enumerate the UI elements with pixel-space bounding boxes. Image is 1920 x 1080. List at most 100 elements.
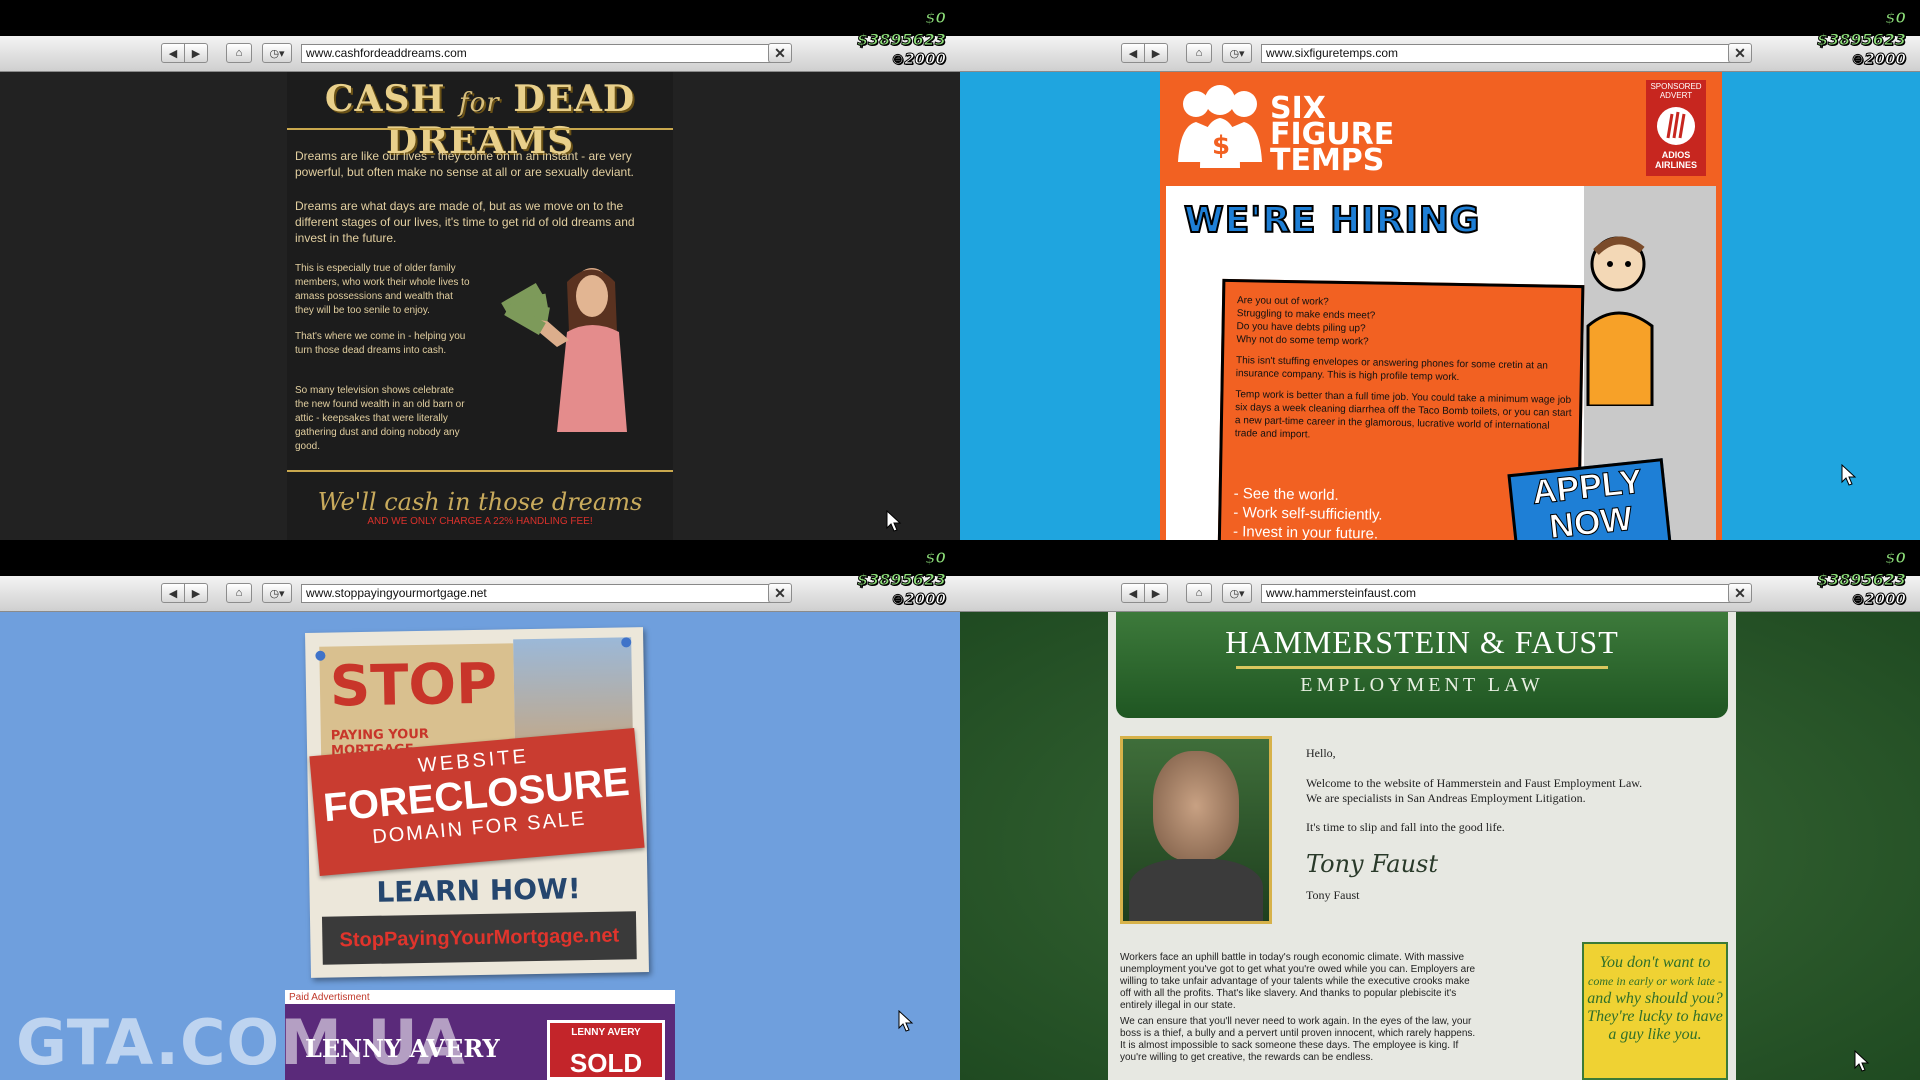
top-band — [0, 540, 960, 576]
browser-window-six-figure-temps: ◀ ▶ ⌂ ◷▾ www.sixfiguretemps.com ✕ $0 $38… — [960, 0, 1920, 540]
sold-sign-name: LENNY AVERY — [571, 1027, 641, 1038]
mouse-cursor-icon — [886, 510, 902, 532]
hud-rp: ⊜2000 — [1851, 50, 1907, 69]
divider-bottom — [287, 470, 673, 472]
url-bar[interactable]: www.cashfordeaddreams.com — [301, 44, 771, 63]
url-bar[interactable]: www.sixfiguretemps.com — [1261, 44, 1731, 63]
watermark: GTA.COM.UA — [16, 1006, 466, 1079]
welcome-line-1: Welcome to the website of Hammerstein an… — [1306, 776, 1643, 790]
hud-rp-value: 2000 — [1864, 50, 1907, 69]
welcome-line-2: We are specialists in San Andreas Employ… — [1306, 791, 1586, 805]
hud-rp: ⊜2000 — [891, 590, 946, 609]
browser-toolbar: ◀ ▶ ⌂ ◷▾ www.stoppayingyourmortgage.net … — [0, 576, 960, 612]
hud-cash: $0 — [925, 9, 947, 28]
forward-arrow-icon[interactable]: ▶ — [1144, 43, 1168, 63]
foreclosure-poster: STOP PAYING YOUR MORTGAGE WEBSITE FORECL… — [305, 627, 649, 978]
close-icon[interactable]: ✕ — [768, 583, 792, 603]
paragraph-high-profile: This isn't stuffing envelopes or answeri… — [1235, 355, 1548, 384]
signatory-name: Tony Faust — [1306, 888, 1360, 902]
woman-with-cash-image — [501, 268, 627, 432]
forward-arrow-icon[interactable]: ▶ — [184, 43, 208, 63]
url-bar[interactable]: www.hammersteinfaust.com — [1261, 584, 1731, 603]
airline-logo-icon — [1657, 107, 1695, 145]
hammerstein-faust-page: HAMMERSTEIN & FAUST EMPLOYMENT LAW Hello… — [1108, 612, 1736, 1080]
paragraph-temp-better: Temp work is better than a full time job… — [1234, 389, 1572, 441]
site-url-strip: StopPayingYourMortgage.net — [321, 911, 637, 965]
ad-brand: ADIOS AIRLINES — [1654, 150, 1697, 170]
callout-box: You don't want to come in early or work … — [1582, 942, 1728, 1080]
body-paragraph-3: So many television shows celebrate the n… — [295, 385, 465, 452]
forward-arrow-icon[interactable]: ▶ — [184, 583, 208, 603]
divider-top — [287, 128, 673, 130]
callout-line-4: They're lucky to have — [1587, 1008, 1723, 1025]
slogan: We'll cash in those dreams — [317, 488, 643, 516]
close-icon[interactable]: ✕ — [1728, 43, 1752, 63]
slip-and-fall-line: It's time to slip and fall into the good… — [1306, 820, 1505, 834]
bullet-invest: - Invest in your future. — [1232, 523, 1379, 540]
home-icon[interactable]: ⌂ — [226, 583, 252, 603]
callout-line-2: come in early or work late - — [1588, 974, 1722, 988]
intro-paragraph-2: Dreams are what days are made of, but as… — [295, 199, 635, 245]
back-arrow-icon[interactable]: ◀ — [1121, 583, 1145, 603]
home-icon[interactable]: ⌂ — [1186, 583, 1212, 603]
browser-toolbar: ◀ ▶ ⌂ ◷▾ www.sixfiguretemps.com ✕ — [960, 36, 1920, 72]
stop-heading: STOP — [329, 651, 498, 720]
page-content: HAMMERSTEIN & FAUST EMPLOYMENT LAW Hello… — [960, 612, 1920, 1080]
back-arrow-icon[interactable]: ◀ — [1121, 43, 1145, 63]
close-icon[interactable]: ✕ — [1728, 583, 1752, 603]
forward-arrow-icon[interactable]: ▶ — [1144, 583, 1168, 603]
six-figure-temps-page: $ SIX FIGURE TEMPS SPONSORED ADVERT ADIO… — [1160, 72, 1722, 540]
intro-paragraph-1: Dreams are like our lives - they come on… — [295, 149, 634, 179]
site-header: HAMMERSTEIN & FAUST EMPLOYMENT LAW — [1116, 612, 1728, 718]
close-icon[interactable]: ✕ — [768, 43, 792, 63]
browser-window-hammerstein-faust: ◀ ▶ ⌂ ◷▾ www.hammersteinfaust.com ✕ $0 $… — [960, 540, 1920, 1080]
site-logo: SIX FIGURE TEMPS — [1270, 91, 1395, 178]
tony-faust-photo — [1120, 736, 1272, 924]
bullet-self-sufficient: - Work self-sufficiently. — [1233, 504, 1383, 524]
top-band — [960, 0, 1920, 36]
sold-label: SOLD — [569, 1048, 643, 1078]
hud-rp-value: 2000 — [1864, 590, 1907, 609]
firm-name: HAMMERSTEIN & FAUST — [1225, 624, 1619, 660]
callout-line-3: and why should you? — [1587, 990, 1723, 1007]
sponsored-label: SPONSORED ADVERT — [1650, 82, 1702, 100]
history-clock-icon[interactable]: ◷▾ — [1222, 583, 1252, 603]
mouse-cursor-icon — [1841, 464, 1857, 486]
top-band — [960, 540, 1920, 576]
greeting: Hello, — [1306, 746, 1336, 760]
rp-icon: ⊜ — [891, 590, 905, 609]
lower-paragraph-1: Workers face an uphill battle in today's… — [1120, 952, 1476, 1011]
history-clock-icon[interactable]: ◷▾ — [262, 583, 292, 603]
paid-ad-label: Paid Advertisment — [289, 992, 370, 1003]
learn-how-link[interactable]: LEARN HOW! — [309, 871, 648, 910]
history-clock-icon[interactable]: ◷▾ — [262, 43, 292, 63]
home-icon[interactable]: ⌂ — [226, 43, 252, 63]
portrait-suit — [1129, 859, 1263, 921]
rp-icon: ⊜ — [1851, 50, 1865, 69]
page-content: $ SIX FIGURE TEMPS SPONSORED ADVERT ADIO… — [960, 72, 1920, 540]
hud-cash: $0 — [1885, 549, 1907, 568]
mouse-cursor-icon — [898, 1010, 914, 1032]
browser-window-stop-paying-mortgage: ◀ ▶ ⌂ ◷▾ www.stoppayingyourmortgage.net … — [0, 540, 960, 1080]
mouse-cursor-icon — [1854, 1050, 1870, 1072]
workers-logo-icon: $ — [1178, 85, 1262, 168]
header-divider — [1236, 666, 1608, 669]
hud-bank-balance: $3895623 — [856, 570, 946, 590]
top-band — [0, 0, 960, 36]
back-arrow-icon[interactable]: ◀ — [161, 583, 185, 603]
url-bar[interactable]: www.stoppayingyourmortgage.net — [301, 584, 771, 603]
hud-cash: $0 — [925, 549, 947, 568]
callout-line-5: a guy like you. — [1608, 1026, 1702, 1043]
hud-cash: $0 — [1885, 9, 1907, 28]
body-paragraph-2: That's where we come in - helping you tu… — [295, 331, 466, 356]
history-clock-icon[interactable]: ◷▾ — [1222, 43, 1252, 63]
hud-rp: ⊜2000 — [891, 50, 946, 69]
firm-tagline: EMPLOYMENT LAW — [1300, 674, 1544, 696]
hud-bank-balance: $3895623 — [1816, 30, 1906, 50]
back-arrow-icon[interactable]: ◀ — [161, 43, 185, 63]
home-icon[interactable]: ⌂ — [1186, 43, 1212, 63]
sold-sign: LENNY AVERY SOLD — [547, 1020, 665, 1080]
page-content: CASH for DEAD DREAMS Dreams are like our… — [0, 72, 960, 540]
hiring-panel: WE'RE HIRING Are you out of work? Strugg… — [1166, 186, 1716, 540]
sponsored-ad[interactable]: SPONSORED ADVERT ADIOS AIRLINES — [1646, 80, 1706, 176]
